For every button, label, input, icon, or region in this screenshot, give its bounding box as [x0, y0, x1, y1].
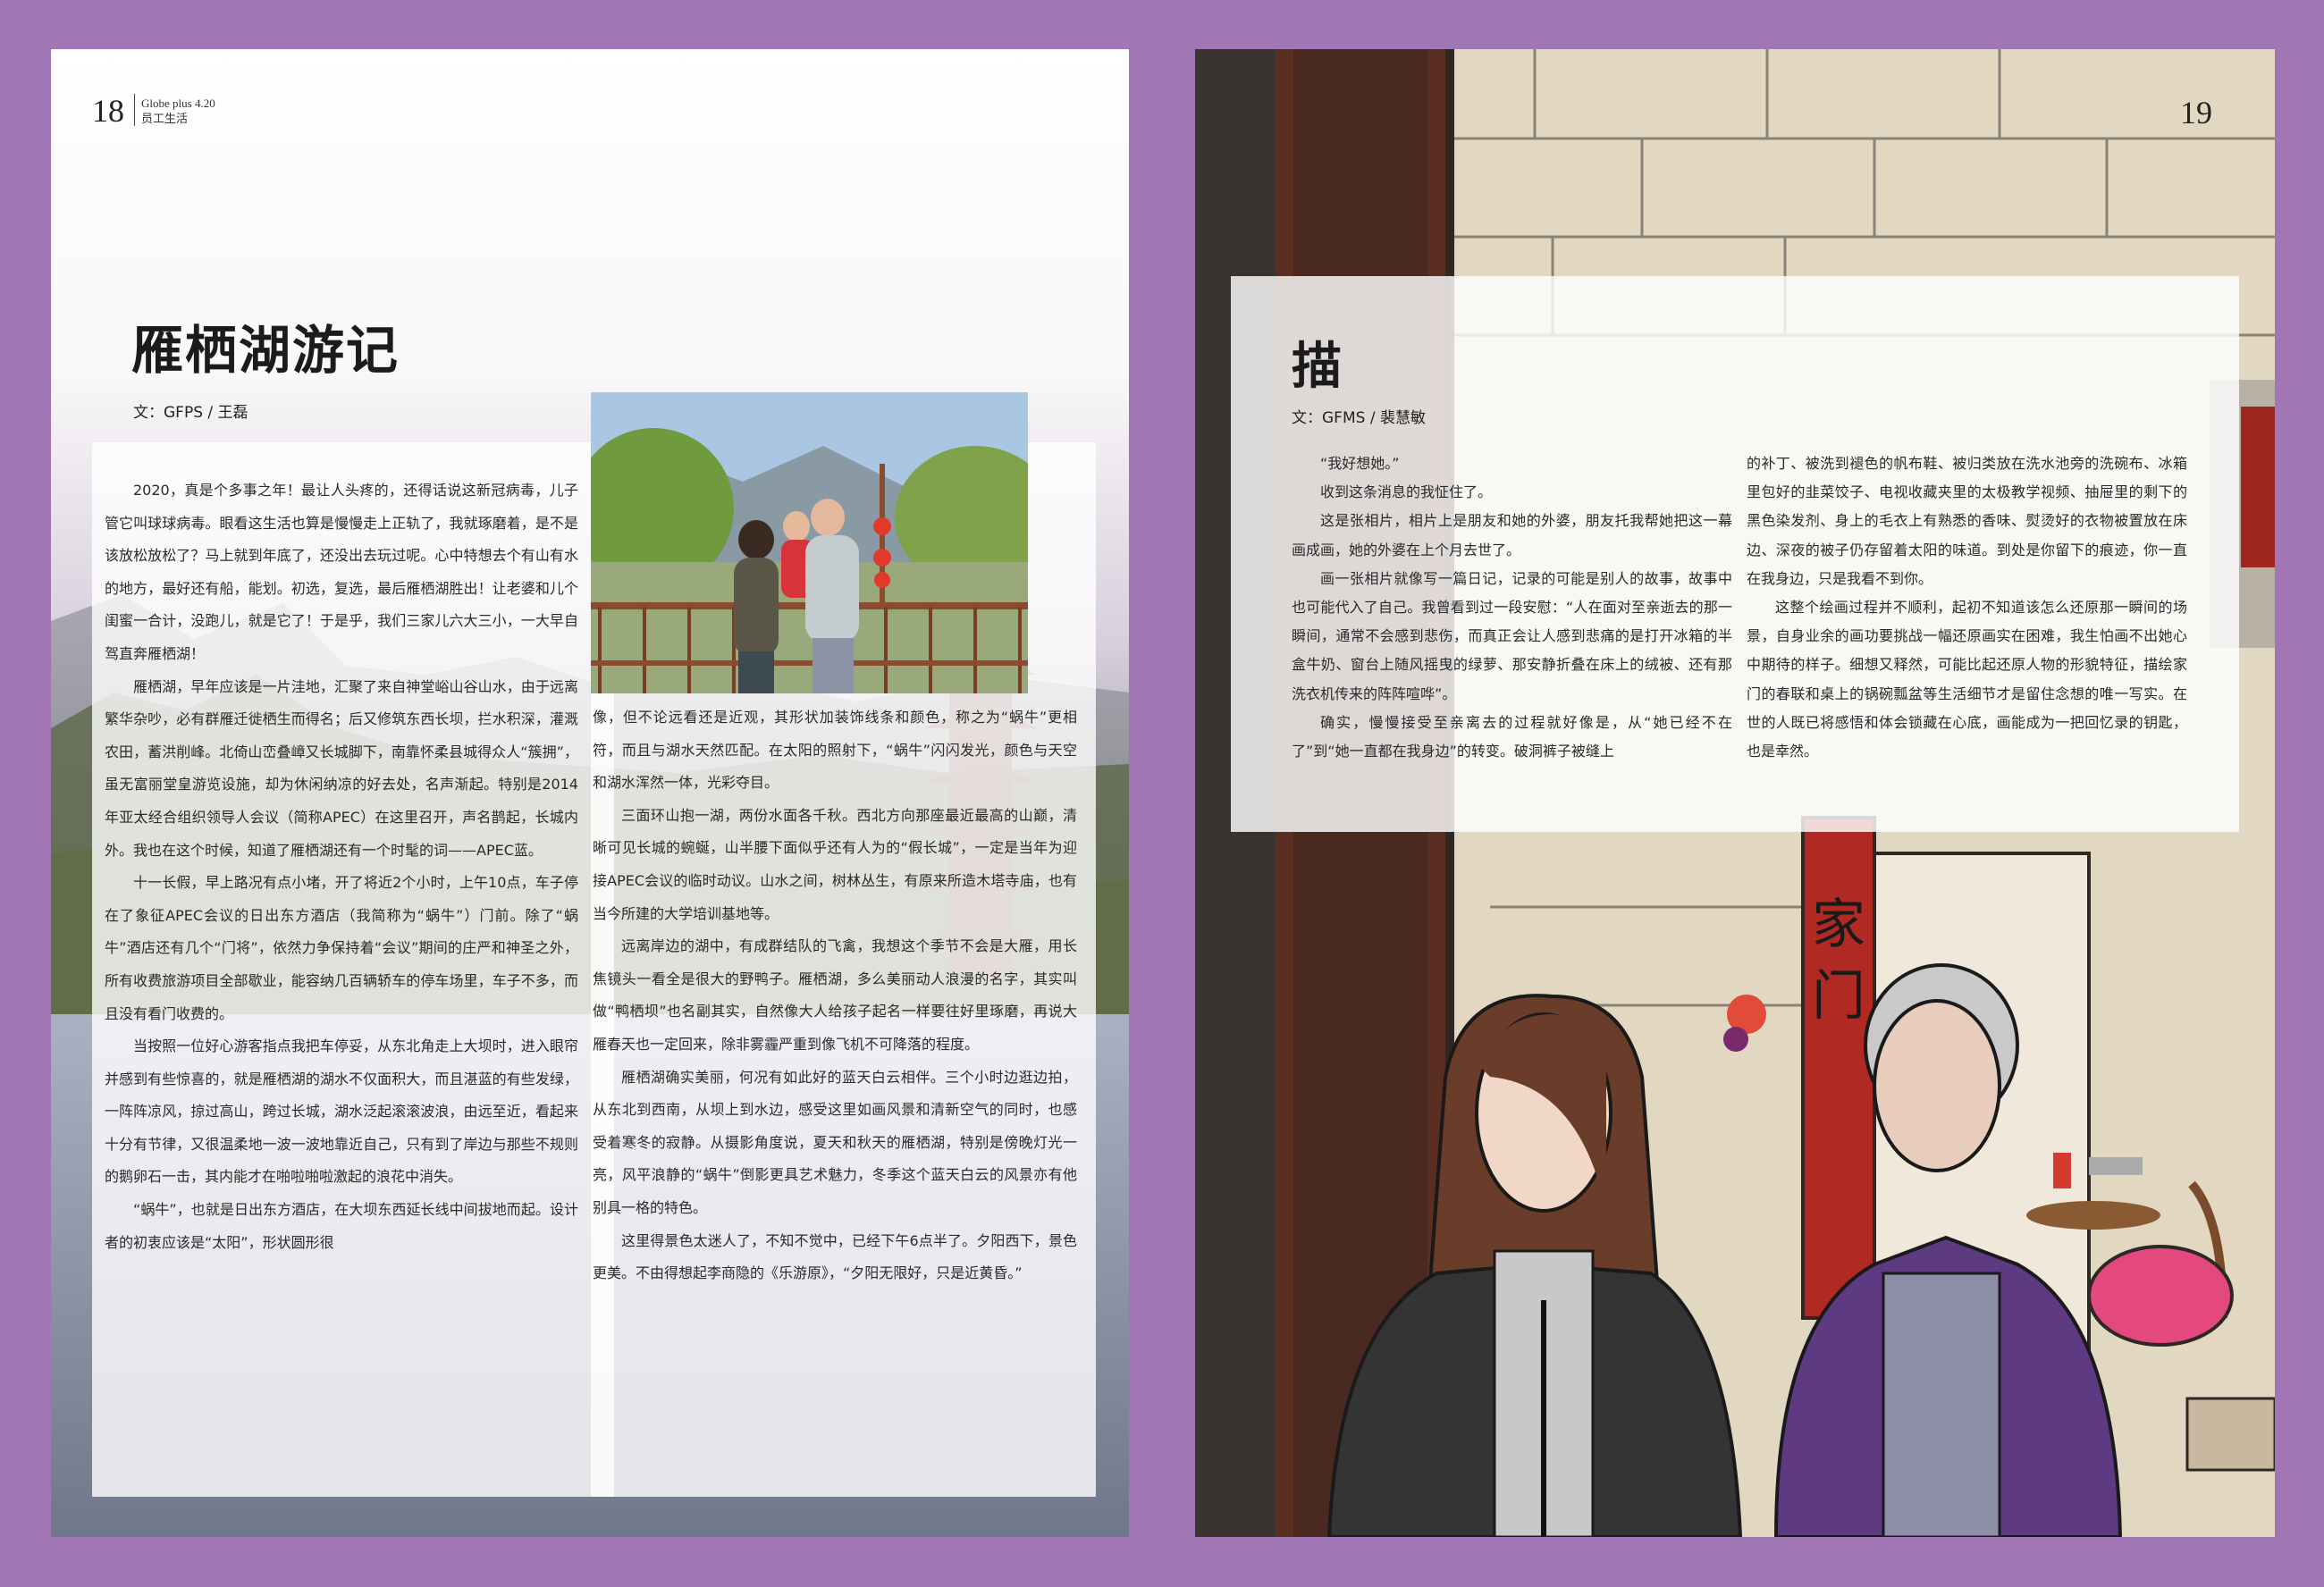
paragraph: 确实，慢慢接受至亲离去的过程就好像是，从“她已经不在了”到“她一直都在我身边”的…: [1292, 713, 1732, 760]
article-title: 雁栖湖游记: [131, 320, 400, 381]
paragraph: 画一张相片就像写一篇日记，记录的可能是别人的故事，故事中也可能代入了自己。我曾看…: [1292, 569, 1732, 702]
paragraph: 收到这条消息的我怔住了。: [1320, 483, 1493, 501]
couplet-char-2: 门: [1812, 965, 1865, 1028]
article-byline: 文：GFMS / 裴慧敏: [1292, 409, 1426, 427]
paragraph: 这里得景色太迷人了，不知不觉中，已经下午6点半了。夕阳西下，景色更美。不由得想起…: [593, 1231, 1077, 1282]
article-byline: 文：GFPS / 王磊: [133, 404, 248, 422]
article-title: 描: [1292, 337, 1343, 396]
paragraph: 这整个绘画过程并不顺利，起初不知道该怎么还原那一瞬间的场景，自身业余的画功要挑战…: [1747, 599, 2187, 760]
header-divider: [134, 94, 135, 126]
page-number: 18: [92, 93, 124, 129]
paragraph: 雁栖湖确实美丽，何况有如此好的蓝天白云相伴。三个小时边逛边拍，从东北到西南，从坝…: [593, 1068, 1077, 1216]
paragraph: “蜗牛”，也就是日出东方酒店，在大坝东西延长线中间拔地而起。设计者的初衷应该是“…: [105, 1201, 578, 1251]
paragraph: “我好想她。”: [1320, 455, 1400, 472]
article-column-1: “我好想她。” 收到这条消息的我怔住了。 这是张相片，相片上是朋友和她的外婆，朋…: [1292, 449, 1732, 766]
family-photo: [591, 392, 1028, 693]
right-page: 家 门 19 描 文：GFMS / 裴慧敏 “我好想她。” 收到这条消息的我怔住…: [1195, 49, 2275, 1537]
article-column-2: 像，但不论远看还是近观，其形状加装饰线条和颜色，称之为“蜗牛”更相符，而且与湖水…: [593, 701, 1077, 1290]
paragraph: 雁栖湖，早年应该是一片洼地，汇聚了来自神堂峪山谷山水，由于远离繁华杂吵，必有群雁…: [105, 677, 578, 859]
magazine-spread: { "left_page": { "page_number": "18", "m…: [0, 0, 2324, 1587]
paragraph: 像，但不论远看还是近观，其形状加装饰线条和颜色，称之为“蜗牛”更相符，而且与湖水…: [593, 709, 1077, 792]
article-column-1: 2020，真是个多事之年！最让人头疼的，还得话说这新冠病毒，儿子管它叫球球病毒。…: [105, 474, 578, 1259]
page-number: 19: [2180, 95, 2212, 130]
paragraph: 2020，真是个多事之年！最让人头疼的，还得话说这新冠病毒，儿子管它叫球球病毒。…: [105, 482, 578, 662]
paragraph: 这是张相片，相片上是朋友和她的外婆，朋友托我帮她把这一幕画成画，她的外婆在上个月…: [1292, 512, 1732, 558]
left-page: 18 Globe plus 4.20 员工生活 雁栖湖游记 文：GFPS / 王…: [51, 49, 1129, 1537]
paragraph: 十一长假，早上路况有点小堵，开了将近2个小时，上午10点，车子停在了象征APEC…: [105, 874, 578, 1022]
paragraph: 三面环山抱一湖，两份水面各千秋。西北方向那座最近最高的山巅，清晰可见长城的蜿蜒，…: [593, 806, 1077, 922]
section-label: 员工生活: [141, 113, 189, 126]
article-column-2: 的补丁、被洗到褪色的帆布鞋、被归类放在洗水池旁的洗碗布、冰箱里包好的韭菜饺子、电…: [1747, 449, 2187, 766]
magazine-name: Globe plus 4.20: [141, 97, 215, 110]
paragraph: 远离岸边的湖中，有成群结队的飞禽，我想这个季节不会是大雁，用长焦镜头一看全是很大…: [593, 937, 1077, 1053]
couplet-char-1: 家: [1812, 894, 1865, 956]
paragraph: 当按照一位好心游客指点我把车停妥，从东北角走上大坝时，进入眼帘并感到有些惊喜的，…: [105, 1037, 578, 1186]
paragraph: 的补丁、被洗到褪色的帆布鞋、被归类放在洗水池旁的洗碗布、冰箱里包好的韭菜饺子、电…: [1747, 455, 2187, 587]
